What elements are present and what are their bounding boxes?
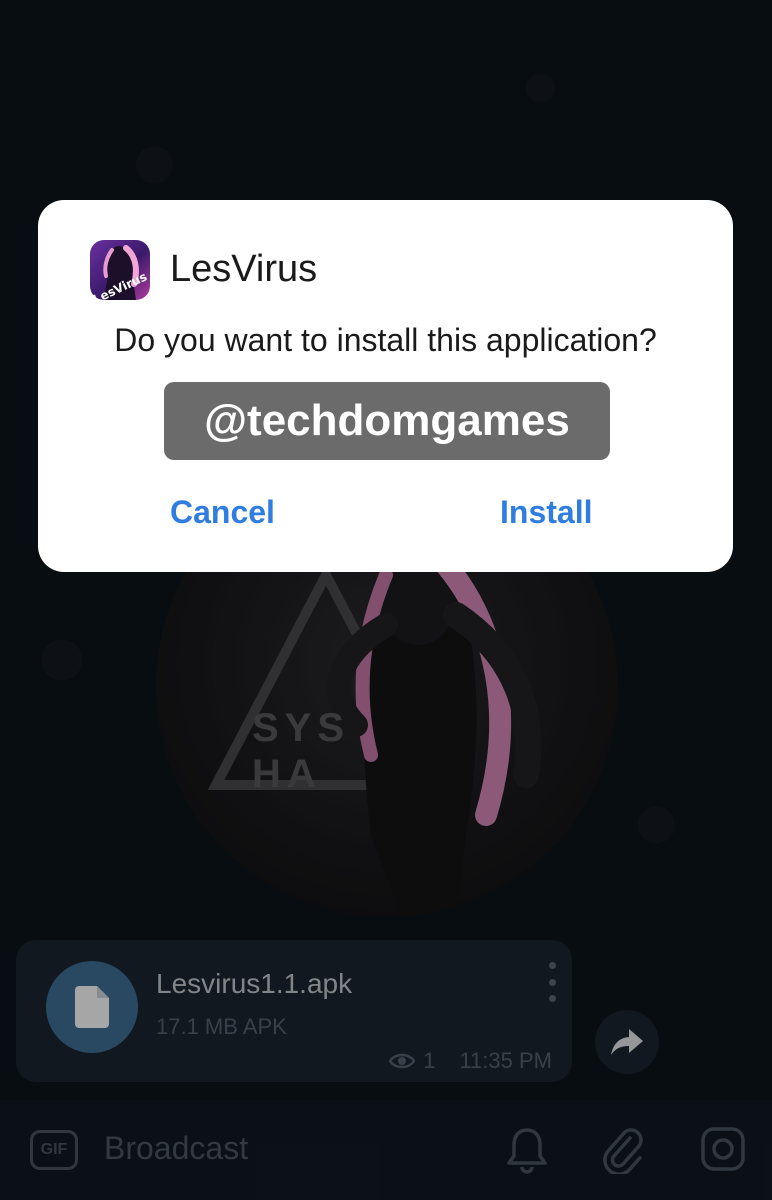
install-button[interactable]: Install xyxy=(500,494,592,531)
cancel-button[interactable]: Cancel xyxy=(170,494,275,531)
app-icon: LesVirus xyxy=(90,240,150,300)
install-question: Do you want to install this application? xyxy=(114,322,657,358)
modal-scrim[interactable] xyxy=(0,0,772,1200)
watermark-label: @techdomgames xyxy=(164,382,610,460)
install-dialog: LesVirus LesVirus Do you want to install… xyxy=(38,200,733,572)
app-name: LesVirus xyxy=(170,248,318,290)
